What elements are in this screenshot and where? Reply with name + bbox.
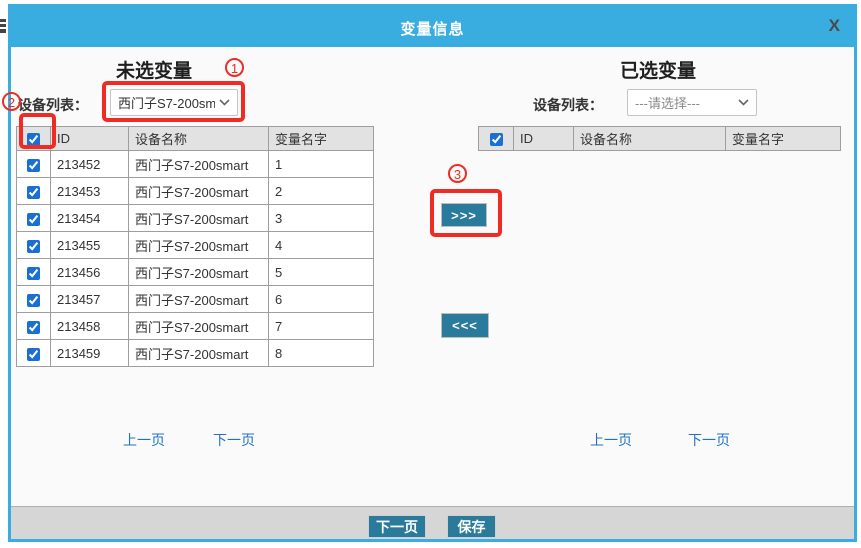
row-checkbox[interactable] xyxy=(27,267,40,280)
column-header-id: ID xyxy=(514,127,574,151)
move-left-button[interactable]: <<< xyxy=(441,313,489,338)
cell-variable-name: 1 xyxy=(269,151,374,178)
cell-variable-name: 5 xyxy=(269,259,374,286)
footer-save-button[interactable]: 保存 xyxy=(447,515,496,538)
right-device-select[interactable]: ---请选择--- xyxy=(627,89,757,116)
annotation-step1-circle: 1 xyxy=(225,58,244,77)
column-header-device: 设备名称 xyxy=(574,127,726,151)
unselected-table-body: 213452 西门子S7-200smart 1 213453 西门子S7-200… xyxy=(17,151,374,367)
cell-id: 213452 xyxy=(51,151,129,178)
background-page-fragment xyxy=(0,19,6,33)
cell-id: 213455 xyxy=(51,232,129,259)
cell-variable-name: 7 xyxy=(269,313,374,340)
dialog-title: 变量信息 xyxy=(11,18,854,39)
annotation-step2-circle: 2 xyxy=(2,92,21,111)
left-next-page-link[interactable]: 下一页 xyxy=(213,430,255,450)
cell-id: 213453 xyxy=(51,178,129,205)
table-row: 213456 西门子S7-200smart 5 xyxy=(17,259,374,286)
right-next-page-link[interactable]: 下一页 xyxy=(688,430,730,450)
cell-device-name: 西门子S7-200smart xyxy=(129,205,269,232)
chevron-down-icon xyxy=(738,99,749,106)
close-icon[interactable]: X xyxy=(829,16,840,36)
table-row: 213458 西门子S7-200smart 7 xyxy=(17,313,374,340)
cell-id: 213454 xyxy=(51,205,129,232)
right-device-list-label: 设备列表： xyxy=(533,95,603,115)
row-checkbox[interactable] xyxy=(27,213,40,226)
cell-id: 213458 xyxy=(51,313,129,340)
cell-device-name: 西门子S7-200smart xyxy=(129,259,269,286)
table-row: 213455 西门子S7-200smart 4 xyxy=(17,232,374,259)
row-checkbox[interactable] xyxy=(27,348,40,361)
cell-variable-name: 6 xyxy=(269,286,374,313)
dialog-footer-bar xyxy=(11,506,854,539)
row-checkbox[interactable] xyxy=(27,240,40,253)
column-header-device: 设备名称 xyxy=(129,127,269,151)
table-header-row: ID 设备名称 变量名字 xyxy=(479,127,841,151)
right-device-select-value: ---请选择--- xyxy=(635,93,734,112)
cell-device-name: 西门子S7-200smart xyxy=(129,313,269,340)
cell-device-name: 西门子S7-200smart xyxy=(129,340,269,367)
column-header-variable: 变量名字 xyxy=(726,127,841,151)
table-row: 213452 西门子S7-200smart 1 xyxy=(17,151,374,178)
left-device-list-label: 设备列表： xyxy=(18,95,88,115)
cell-variable-name: 8 xyxy=(269,340,374,367)
table-row: 213459 西门子S7-200smart 8 xyxy=(17,340,374,367)
screen: 变量信息 X 未选变量 设备列表： 西门子S7-200sma ID 设备名称 变… xyxy=(0,0,861,548)
row-checkbox[interactable] xyxy=(27,159,40,172)
table-row: 213453 西门子S7-200smart 2 xyxy=(17,178,374,205)
annotation-select-all-box xyxy=(19,113,56,149)
cell-device-name: 西门子S7-200smart xyxy=(129,286,269,313)
left-prev-page-link[interactable]: 上一页 xyxy=(123,430,165,450)
row-checkbox[interactable] xyxy=(27,186,40,199)
right-prev-page-link[interactable]: 上一页 xyxy=(590,430,632,450)
table-row: 213454 西门子S7-200smart 3 xyxy=(17,205,374,232)
footer-next-page-button[interactable]: 下一页 xyxy=(368,515,426,538)
column-header-variable: 变量名字 xyxy=(269,127,374,151)
cell-id: 213459 xyxy=(51,340,129,367)
table-row: 213457 西门子S7-200smart 6 xyxy=(17,286,374,313)
unselected-variables-table: ID 设备名称 变量名字 213452 西门子S7-200smart 1 213… xyxy=(16,126,374,367)
table-header-row: ID 设备名称 变量名字 xyxy=(17,127,374,151)
cell-device-name: 西门子S7-200smart xyxy=(129,232,269,259)
unselected-panel-title: 未选变量 xyxy=(116,56,192,83)
cell-variable-name: 3 xyxy=(269,205,374,232)
cell-id: 213456 xyxy=(51,259,129,286)
row-checkbox[interactable] xyxy=(27,321,40,334)
selected-variables-table: ID 设备名称 变量名字 xyxy=(478,126,841,151)
right-select-all-checkbox[interactable] xyxy=(490,133,503,146)
cell-id: 213457 xyxy=(51,286,129,313)
annotation-step3-circle: 3 xyxy=(448,164,467,183)
cell-variable-name: 4 xyxy=(269,232,374,259)
column-header-id: ID xyxy=(51,127,129,151)
selected-panel-title: 已选变量 xyxy=(620,56,696,83)
cell-variable-name: 2 xyxy=(269,178,374,205)
annotation-move-right-box xyxy=(430,189,502,237)
annotation-device-select-box xyxy=(102,81,245,122)
cell-device-name: 西门子S7-200smart xyxy=(129,151,269,178)
cell-device-name: 西门子S7-200smart xyxy=(129,178,269,205)
dialog-titlebar: 变量信息 X xyxy=(11,7,854,47)
row-checkbox[interactable] xyxy=(27,294,40,307)
